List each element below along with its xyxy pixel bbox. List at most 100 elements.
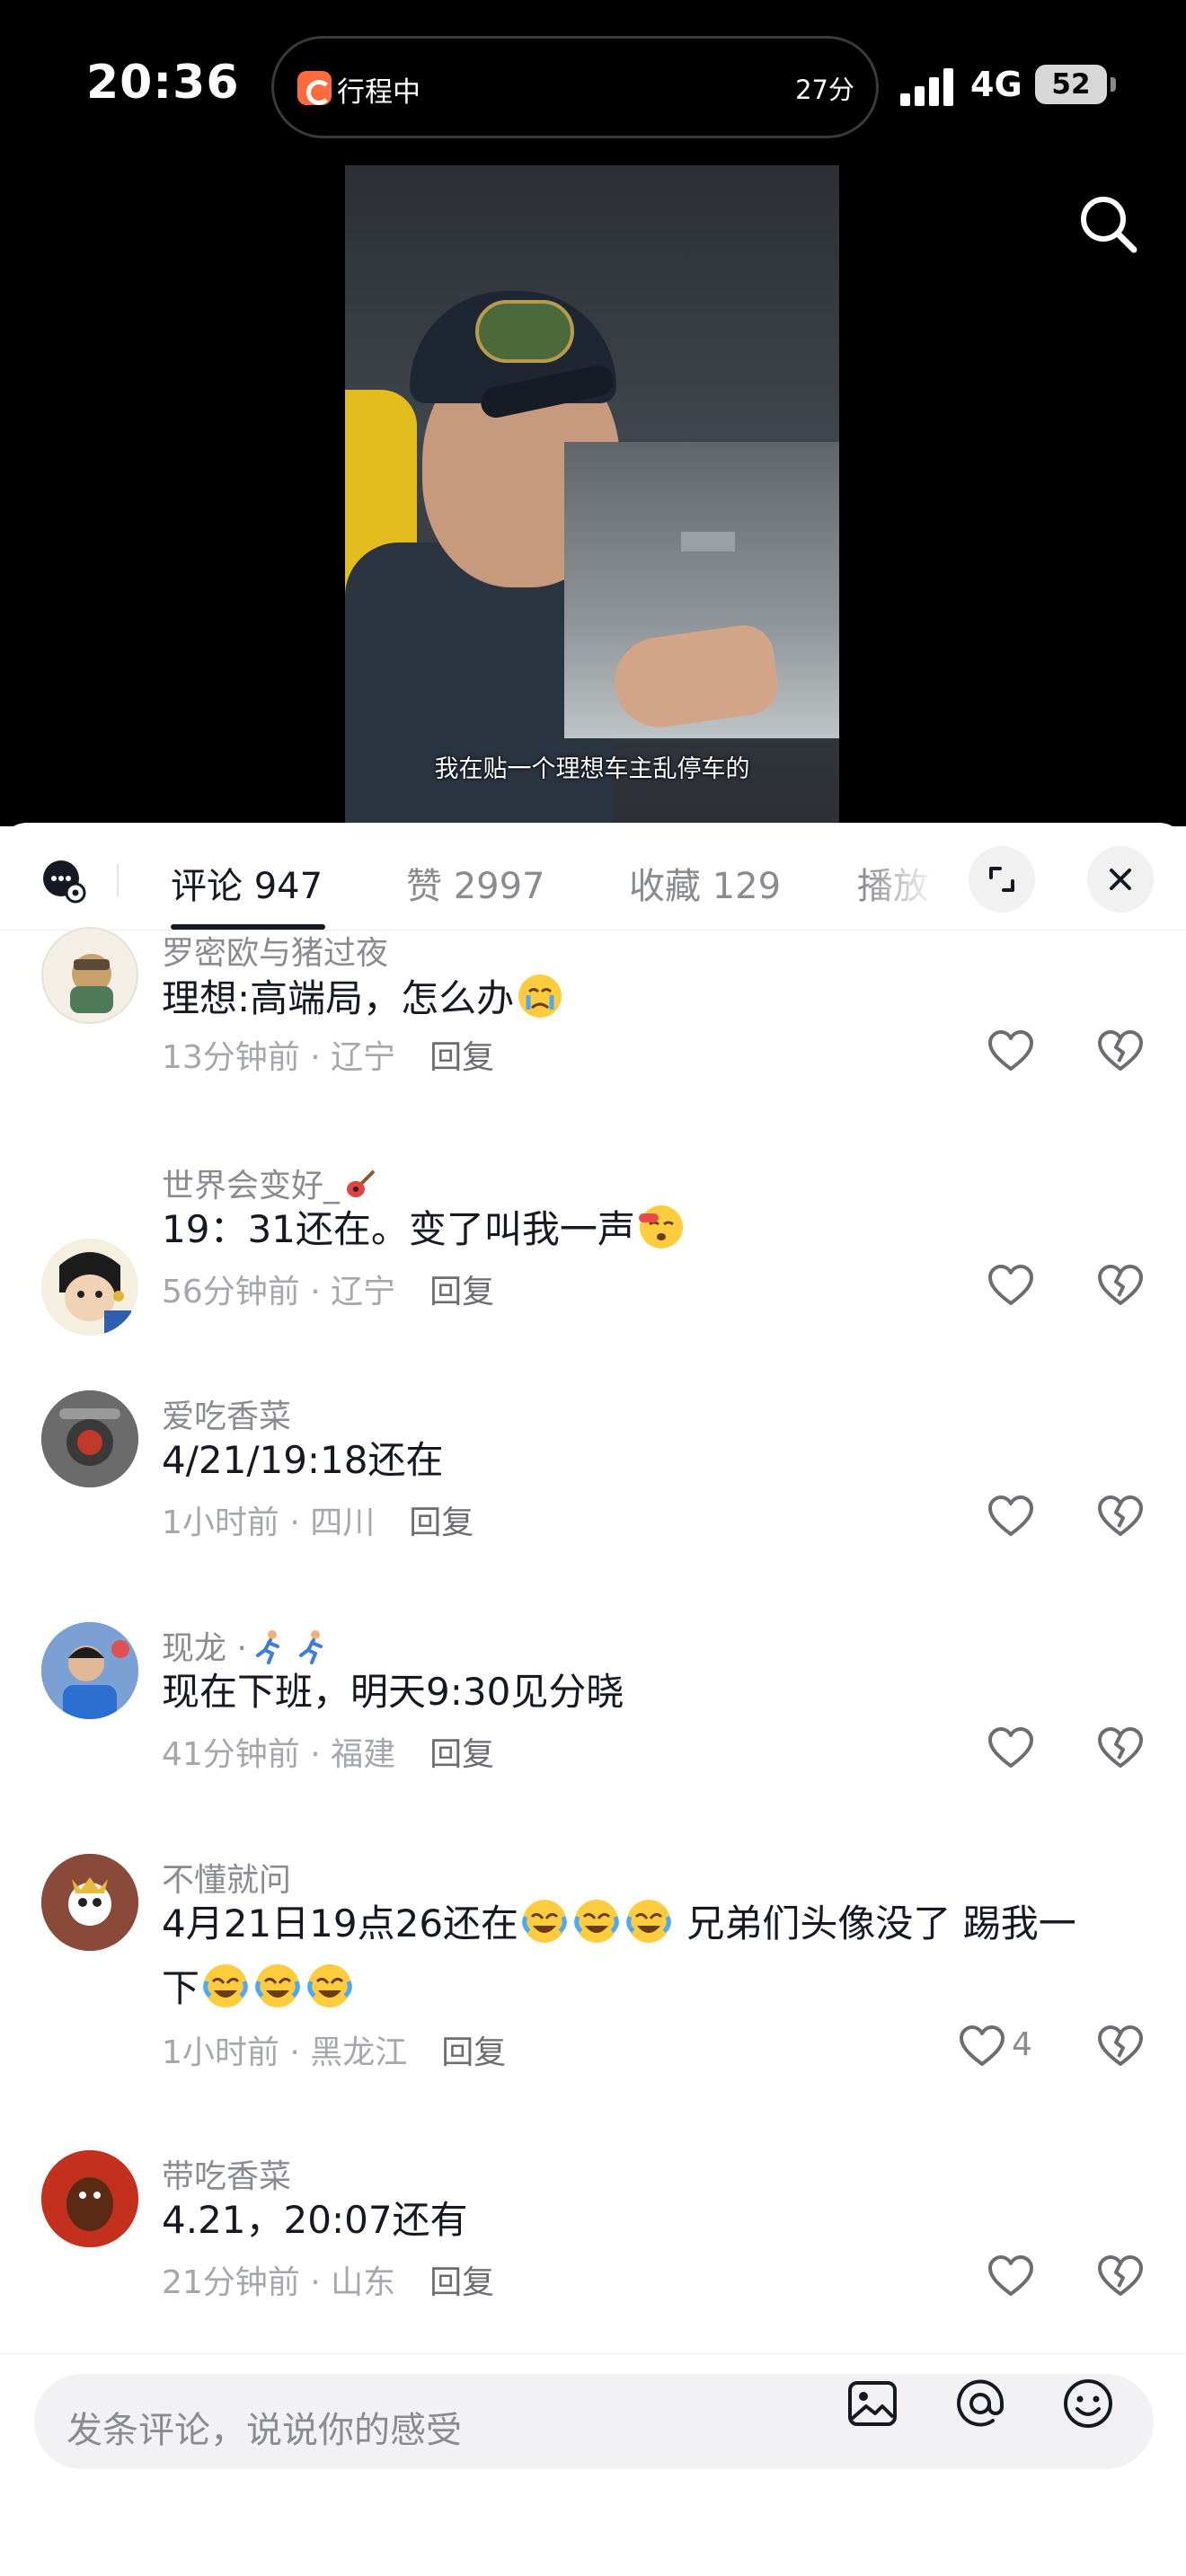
whistle-face-icon [638,1205,683,1248]
laugh-cry-face-icon [255,1964,300,2007]
emoji-icon[interactable] [1060,2376,1116,2431]
like-count: 4 [1012,2026,1032,2063]
like-heart-icon[interactable] [985,1491,1037,1543]
comment-input-bar: 发条评论，说说你的感受 [0,2353,1186,2576]
reply-button[interactable]: 回复 [429,1274,494,1310]
comment-text: 4月21日19点26还在 兄弟们头像没了 踢我一下 [162,1892,1132,2021]
status-time: 20:36 [86,56,240,110]
dislike-broken-heart-icon[interactable] [1094,1491,1146,1543]
close-icon [1110,869,1131,890]
expand-button[interactable] [969,846,1035,913]
laugh-cry-face-icon [203,1964,248,2007]
runner-icon [298,1630,323,1664]
reply-button[interactable]: 回复 [429,2264,494,2301]
runner-icon [255,1630,279,1664]
comment-text: 现在下班，明天9:30见分晓 [162,1670,624,1714]
comment-time: 21分钟前 [162,2264,300,2301]
meta-separator: · [279,2034,311,2071]
signal-strength-icon [900,66,954,106]
comment-meta: 1小时前 · 黑龙江 回复 [162,2026,506,2073]
avatar[interactable] [41,927,138,1024]
comment-item: 世界会变好_ 19：31还在。变了叫我一声 56分钟前 · 辽宁 回复 [0,1160,1186,1390]
like-heart-icon[interactable] [985,2251,1037,2303]
comment-location: 辽宁 [331,1274,396,1310]
dislike-broken-heart-icon[interactable] [1094,2251,1146,2303]
avatar[interactable] [41,2150,138,2247]
comment-input-placeholder: 发条评论，说说你的感受 [66,2410,462,2451]
expand-icon [989,867,1014,892]
comment-item: 现龙 · 现在下班，明天9:30见分晓 41分钟前 · 福建 回复 [0,1622,1186,1854]
comment-location: 辽宁 [331,1039,396,1076]
comment-time: 56分钟前 [162,1274,300,1310]
comment-meta: 13分钟前 · 辽宁 回复 [162,1031,494,1078]
reply-button[interactable]: 回复 [441,2034,506,2071]
comment-text-content: 4月21日19点26还在 [162,1901,519,1945]
dislike-broken-heart-icon[interactable] [1094,1260,1146,1312]
laugh-cry-face-icon [522,1900,567,1943]
comment-meta: 1小时前 · 四川 回复 [162,1496,474,1543]
tab-likes[interactable]: 赞 2997 [406,857,545,909]
comment-meta: 21分钟前 · 山东 回复 [162,2256,494,2303]
comment-meta: 56分钟前 · 辽宁 回复 [162,1266,494,1312]
tab-separator [117,864,119,896]
video-area: 20:36 行程中 27分 4G 52 我在贴一个理想车主乱停车的 [0,0,1186,826]
tab-fade [863,841,970,922]
tab-comments[interactable]: 评论 947 [171,857,323,909]
reply-button[interactable]: 回复 [409,1504,474,1541]
avatar[interactable] [41,1854,138,1951]
video-cap-badge [475,300,574,363]
comment-time: 1小时前 [162,2034,279,2071]
comment-location: 四川 [310,1504,376,1541]
avatar[interactable] [41,1622,138,1719]
comment-location: 山东 [331,2264,396,2301]
dislike-broken-heart-icon[interactable] [1094,1723,1146,1775]
search-icon[interactable] [1073,189,1145,260]
comment-text: 理想:高端局，怎么办 [162,966,1132,1031]
comment-time: 13分钟前 [162,1039,300,1076]
image-icon[interactable] [845,2376,900,2431]
close-button[interactable] [1087,846,1154,913]
like-heart-icon[interactable] [985,1723,1037,1775]
reply-button[interactable]: 回复 [429,1039,494,1076]
meta-separator: · [299,1736,332,1773]
meta-separator: · [279,1504,311,1541]
avatar[interactable] [41,1239,138,1336]
comments-tabbar: 评论 947 赞 2997 收藏 129 播放 [0,823,1186,931]
laugh-cry-face-icon [307,1964,352,2007]
dynamic-island-activity[interactable]: 行程中 27分 [271,36,879,138]
comment-item: 罗密欧与猪过夜 理想:高端局，怎么办 13分钟前 · 辽宁 回复 [0,927,1186,1160]
video-subtitle: 我在贴一个理想车主乱停车的 [434,755,750,783]
comment-item: 爱吃香菜 4/21/19:18还在 1小时前 · 四川 回复 [0,1390,1186,1622]
battery-icon: 52 [1035,65,1116,104]
comment-location: 黑龙江 [310,2034,408,2071]
meta-separator: · [299,1274,332,1310]
chat-settings-icon[interactable] [41,859,86,904]
avatar[interactable] [41,1390,138,1487]
meta-separator: · [299,2264,332,2301]
comment-item: 带吃香菜 4.21，20:07还有 21分钟前 · 山东 回复 [0,2150,1186,2357]
comment-text-content: 下 [162,1966,200,2010]
laugh-cry-face-icon [626,1900,671,1943]
activity-time: 27分 [795,75,854,105]
comment-location: 福建 [331,1736,396,1773]
comment-time: 1小时前 [162,1504,279,1541]
status-bar: 20:36 行程中 27分 4G 52 [0,0,1186,171]
dislike-broken-heart-icon[interactable] [1094,1026,1146,1078]
comments-sheet: 评论 947 赞 2997 收藏 129 播放 罗密欧与猪过夜 理想:高端局，怎… [0,823,1186,2576]
comment-text: 4.21，20:07还有 [162,2198,468,2242]
like-heart-icon[interactable] [956,2021,1008,2073]
activity-label: 行程中 [337,76,420,109]
video-player[interactable]: 我在贴一个理想车主乱停车的 [345,165,839,826]
ride-app-icon [297,71,332,105]
comment-meta: 41分钟前 · 福建 回复 [162,1728,494,1775]
tab-favorites[interactable]: 收藏 129 [629,857,781,909]
dislike-broken-heart-icon[interactable] [1094,2021,1146,2073]
laugh-cry-face-icon [574,1900,619,1943]
guitar-icon [347,1169,376,1197]
like-heart-icon[interactable] [985,1260,1037,1312]
at-mention-icon[interactable] [952,2376,1008,2431]
comment-text: 19：31还在。变了叫我一声 [162,1197,1132,1262]
like-heart-icon[interactable] [985,1026,1037,1078]
reply-button[interactable]: 回复 [429,1736,494,1773]
meta-separator: · [299,1039,332,1076]
